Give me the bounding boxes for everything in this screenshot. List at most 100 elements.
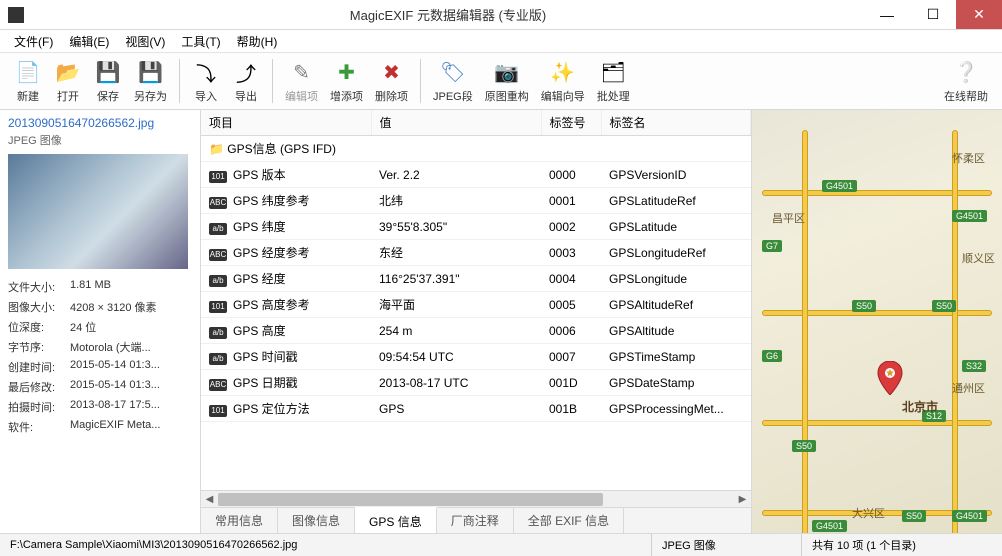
col-tagid[interactable]: 标签号: [541, 110, 601, 136]
map-district: 大兴区: [852, 505, 885, 521]
scroll-right-icon[interactable]: ▶: [734, 491, 751, 508]
road-badge: G7: [762, 240, 782, 252]
export-icon: ⤴: [232, 58, 260, 86]
table-row[interactable]: a/bGPS 高度254 m0006GPSAltitude: [201, 318, 751, 344]
tab-gps[interactable]: GPS 信息: [355, 507, 437, 533]
wizard-icon: ✨: [549, 58, 577, 86]
import-button[interactable]: ⤵导入: [186, 56, 226, 106]
batch-icon: 🗂: [599, 58, 627, 86]
meta-val: 1.81 MB: [70, 279, 192, 295]
table-row[interactable]: 101GPS 版本Ver. 2.20000GPSVersionID: [201, 162, 751, 188]
road-badge: S50: [902, 510, 926, 522]
status-count: 共有 10 项 (1 个目录): [802, 534, 1002, 556]
menubar: 文件(F) 编辑(E) 视图(V) 工具(T) 帮助(H): [0, 30, 1002, 52]
help-icon: ❔: [952, 58, 980, 86]
map-district: 通州区: [952, 380, 985, 396]
table-row[interactable]: 101GPS 定位方法GPS001BGPSProcessingMet...: [201, 396, 751, 422]
tag-icon: 🏷: [439, 58, 467, 86]
table-row[interactable]: ABCGPS 经度参考东经0003GPSLongitudeRef: [201, 240, 751, 266]
menu-edit[interactable]: 编辑(E): [61, 31, 117, 52]
tab-image[interactable]: 图像信息: [278, 508, 355, 533]
titlebar: MagicEXIF 元数据编辑器 (专业版) — ☐ ✕: [0, 0, 1002, 30]
road-badge: G4501: [952, 210, 987, 222]
table-row[interactable]: a/bGPS 时间戳09:54:54 UTC0007GPSTimeStamp: [201, 344, 751, 370]
maximize-button[interactable]: ☐: [910, 0, 956, 29]
menu-file[interactable]: 文件(F): [6, 31, 61, 52]
map-road: [802, 130, 808, 534]
scroll-left-icon[interactable]: ◀: [201, 491, 218, 508]
table-row[interactable]: 101GPS 高度参考海平面0005GPSAltitudeRef: [201, 292, 751, 318]
file-meta-list: 文件大小:1.81 MB 图像大小:4208 × 3120 像素 位深度:24 …: [8, 277, 192, 437]
exif-grid[interactable]: 项目 值 标签号 标签名 📁 GPS信息 (GPS IFD) 101GPS 版本…: [201, 110, 751, 490]
road-badge: S50: [852, 300, 876, 312]
left-panel: 20130905164702665​62.jpg JPEG 图像 文件大小:1.…: [0, 110, 200, 533]
type-badge: a/b: [209, 223, 227, 235]
new-icon: 📄: [14, 58, 42, 86]
tab-common[interactable]: 常用信息: [201, 508, 278, 533]
horizontal-scrollbar[interactable]: ◀ ▶: [201, 490, 751, 507]
wizard-button[interactable]: ✨编辑向导: [535, 56, 591, 106]
meta-val: MagicEXIF Meta...: [70, 419, 192, 435]
meta-key: 位深度:: [8, 319, 70, 335]
menu-view[interactable]: 视图(V): [117, 31, 173, 52]
camera-icon: 📷: [493, 58, 521, 86]
type-badge: ABC: [209, 379, 227, 391]
type-badge: a/b: [209, 275, 227, 287]
tab-maker[interactable]: 厂商注释: [437, 508, 514, 533]
additem-button[interactable]: ✚增添项: [324, 56, 369, 106]
group-row[interactable]: 📁 GPS信息 (GPS IFD): [201, 136, 751, 162]
table-row[interactable]: ABCGPS 日期戳2013-08-17 UTC001DGPSDateStamp: [201, 370, 751, 396]
meta-key: 最后修改:: [8, 379, 70, 395]
col-tagname[interactable]: 标签名: [601, 110, 751, 136]
toolbar-separator: [420, 59, 421, 103]
new-button[interactable]: 📄新建: [8, 56, 48, 106]
meta-key: 文件大小:: [8, 279, 70, 295]
file-type: JPEG 图像: [8, 132, 192, 148]
minimize-button[interactable]: —: [864, 0, 910, 29]
road-badge: S50: [792, 440, 816, 452]
type-badge: 101: [209, 301, 227, 313]
import-icon: ⤵: [192, 58, 220, 86]
map-district: 怀柔区: [952, 150, 985, 166]
help-button[interactable]: ❔在线帮助: [938, 56, 994, 106]
jpegseg-button[interactable]: 🏷JPEG段: [427, 56, 479, 106]
table-row[interactable]: a/bGPS 纬度39°55'8.305"0002GPSLatitude: [201, 214, 751, 240]
type-badge: ABC: [209, 197, 227, 209]
file-name: 20130905164702665​62.jpg: [8, 116, 192, 130]
saveas-button[interactable]: 💾另存为: [128, 56, 173, 106]
rebuild-button[interactable]: 📷原图重构: [479, 56, 535, 106]
export-button[interactable]: ⤴导出: [226, 56, 266, 106]
window-title: MagicEXIF 元数据编辑器 (专业版): [32, 5, 864, 24]
col-value[interactable]: 值: [371, 110, 541, 136]
deleteitem-button[interactable]: ✖删除项: [369, 56, 414, 106]
open-button[interactable]: 📂打开: [48, 56, 88, 106]
window-controls: — ☐ ✕: [864, 0, 1002, 29]
map-road: [952, 130, 958, 534]
table-row[interactable]: ABCGPS 纬度参考北纬0001GPSLatitudeRef: [201, 188, 751, 214]
toolbar-separator: [272, 59, 273, 103]
meta-val: 24 位: [70, 319, 192, 335]
menu-help[interactable]: 帮助(H): [229, 31, 286, 52]
save-button[interactable]: 💾保存: [88, 56, 128, 106]
road-badge: G6: [762, 350, 782, 362]
edit-icon: ✎: [288, 58, 316, 86]
menu-tools[interactable]: 工具(T): [173, 31, 228, 52]
type-badge: a/b: [209, 353, 227, 365]
map-marker-icon: [877, 361, 903, 398]
meta-val: 2015-05-14 01:3...: [70, 379, 192, 395]
meta-key: 软件:: [8, 419, 70, 435]
map-panel[interactable]: G7 G4501 G6 S50 S50 S50 S12 S32 G4501 S5…: [752, 110, 1002, 533]
tab-allexif[interactable]: 全部 EXIF 信息: [514, 508, 624, 533]
batch-button[interactable]: 🗂批处理: [591, 56, 636, 106]
edititem-button[interactable]: ✎编辑项: [279, 56, 324, 106]
col-item[interactable]: 项目: [201, 110, 371, 136]
status-type: JPEG 图像: [652, 534, 802, 556]
road-badge: G4501: [952, 510, 987, 522]
thumbnail: [8, 154, 188, 269]
scroll-thumb[interactable]: [218, 493, 603, 506]
meta-key: 创建时间:: [8, 359, 70, 375]
status-path: F:\Camera Sample\Xiaomi\MI3\201309051647…: [0, 534, 652, 556]
close-button[interactable]: ✕: [956, 0, 1002, 29]
type-badge: 101: [209, 171, 227, 183]
table-row[interactable]: a/bGPS 经度116°25'37.391"0004GPSLongitude: [201, 266, 751, 292]
